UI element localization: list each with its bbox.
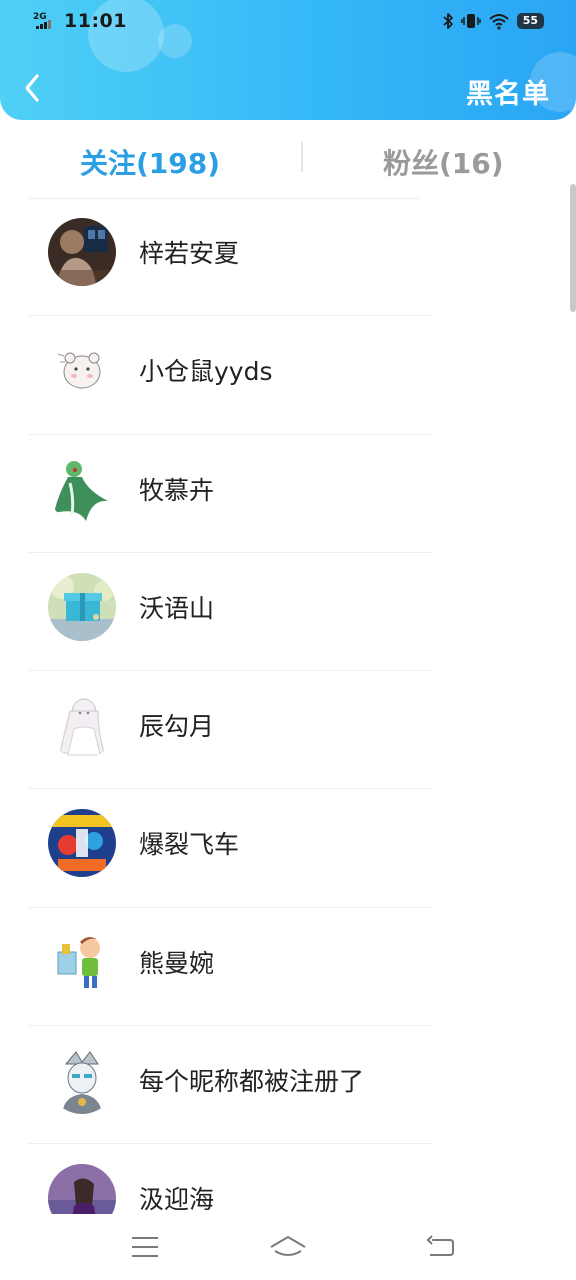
wifi-icon	[489, 14, 509, 30]
status-time: 11:01	[64, 10, 127, 32]
user-name: 沃语山	[139, 593, 215, 623]
following-list[interactable]: 梓若安夏 小仓鼠yyds 牧慕卉 沃语山 辰勾月 爆裂飞车 熊曼婉 每个昵称都被…	[0, 198, 576, 1214]
bluetooth-icon	[443, 13, 453, 29]
user-name: 牧慕卉	[139, 475, 215, 505]
avatar	[48, 809, 116, 878]
back-button[interactable]	[16, 68, 48, 108]
list-item[interactable]: 每个昵称都被注册了	[0, 1026, 576, 1145]
avatar	[48, 1046, 116, 1115]
home-icon	[270, 1236, 306, 1256]
system-nav-bar	[0, 1214, 576, 1280]
tab-fans[interactable]: 粉丝(16)	[383, 142, 504, 182]
list-item[interactable]: 爆裂飞车	[0, 789, 576, 909]
user-name: 汲迎海	[139, 1185, 215, 1214]
home-button[interactable]	[268, 1230, 308, 1264]
user-name: 熊曼婉	[139, 948, 215, 978]
avatar	[48, 454, 116, 523]
avatar	[48, 927, 116, 996]
list-item[interactable]: 小仓鼠yyds	[0, 316, 576, 435]
list-item[interactable]: 牧慕卉	[0, 435, 576, 554]
list-item[interactable]: 梓若安夏	[0, 198, 576, 317]
avatar	[48, 218, 116, 286]
vibrate-icon	[460, 14, 481, 28]
battery-icon: 55	[516, 13, 544, 29]
app-header: 2G 11:01 55 黑名单	[0, 0, 576, 120]
user-name: 小仓鼠yyds	[139, 357, 273, 387]
list-item[interactable]: 熊曼婉	[0, 908, 576, 1027]
user-name: 爆裂飞车	[139, 830, 240, 860]
blacklist-button[interactable]: 黑名单	[466, 72, 550, 111]
menu-icon	[132, 1237, 158, 1257]
avatar	[48, 1164, 116, 1214]
back-icon	[426, 1235, 454, 1256]
follow-tabs: 关注(198) 粉丝(16)	[0, 136, 576, 196]
avatar	[48, 572, 116, 641]
status-bar: 2G 11:01 55	[0, 0, 576, 44]
chevron-left-icon	[25, 74, 39, 102]
user-name: 梓若安夏	[139, 239, 240, 268]
signal-icon	[36, 20, 51, 29]
user-name: 辰勾月	[139, 712, 215, 742]
user-name: 每个昵称都被注册了	[139, 1067, 365, 1097]
list-item[interactable]: 辰勾月	[0, 671, 576, 790]
list-item[interactable]: 沃语山	[0, 553, 576, 672]
avatar	[48, 691, 116, 760]
back-nav-button[interactable]	[420, 1230, 460, 1264]
tab-following[interactable]: 关注(198)	[80, 142, 220, 182]
recent-apps-button[interactable]	[125, 1230, 165, 1264]
list-item[interactable]: 汲迎海	[0, 1144, 576, 1214]
avatar	[48, 336, 116, 405]
tab-divider	[301, 142, 303, 172]
